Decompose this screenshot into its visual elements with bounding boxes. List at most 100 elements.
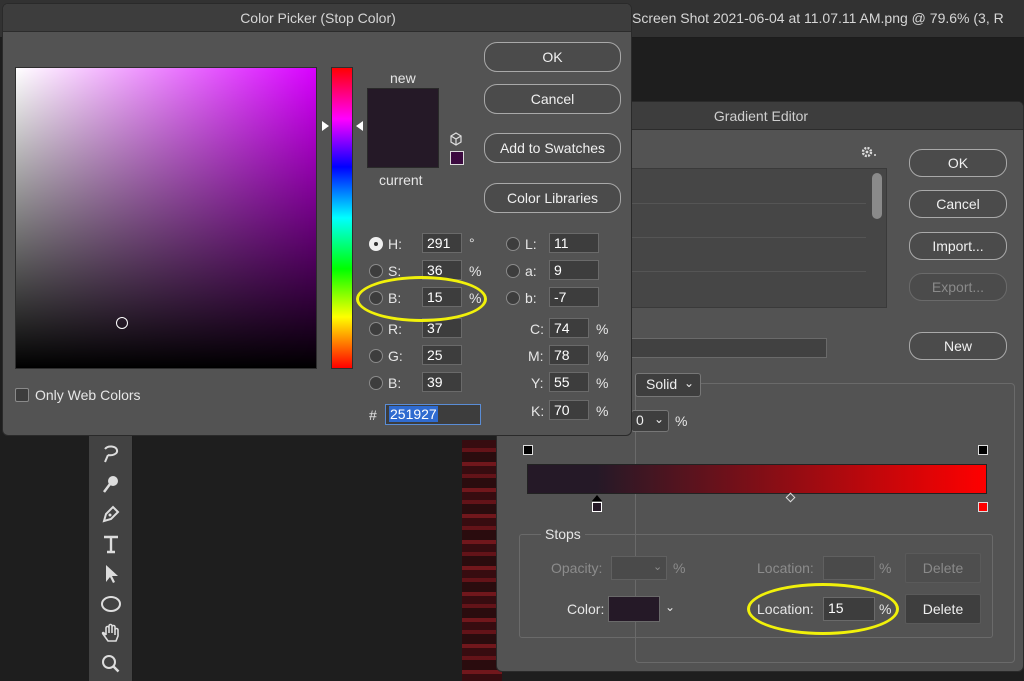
yellow-field[interactable]: 55 bbox=[549, 372, 589, 392]
cancel-button[interactable]: Cancel bbox=[484, 84, 621, 114]
black-unit: % bbox=[596, 403, 609, 419]
gradient-preview-bar[interactable] bbox=[527, 464, 987, 494]
hex-value: 251927 bbox=[389, 406, 438, 422]
gradient-presets-list[interactable] bbox=[625, 168, 887, 308]
web-safe-swatch[interactable] bbox=[450, 151, 464, 165]
gradient-ok-button[interactable]: OK bbox=[909, 149, 1007, 177]
location-highlight-ellipse bbox=[747, 583, 899, 635]
color-field-marker[interactable] bbox=[116, 317, 128, 329]
hand-icon[interactable] bbox=[99, 622, 123, 646]
chevron-down-icon: ⌄ bbox=[653, 412, 664, 426]
hex-field[interactable]: 251927 bbox=[385, 404, 481, 425]
lab-b-field[interactable]: -7 bbox=[549, 287, 599, 307]
opacity-location-field[interactable] bbox=[823, 556, 875, 580]
lab-l-radio[interactable] bbox=[506, 237, 520, 251]
current-color-label: current bbox=[379, 172, 423, 188]
green-field[interactable]: 25 bbox=[422, 345, 462, 365]
saturation-unit: % bbox=[469, 263, 482, 279]
import-button[interactable]: Import... bbox=[909, 232, 1007, 260]
document-title[interactable]: Screen Shot 2021-06-04 at 11.07.11 AM.pn… bbox=[632, 10, 1004, 26]
blue-field[interactable]: 39 bbox=[422, 372, 462, 392]
smoothness-value: 0 bbox=[636, 412, 644, 428]
black-field[interactable]: 70 bbox=[549, 400, 589, 420]
hue-slider[interactable] bbox=[331, 67, 353, 369]
gradient-type-value: Solid bbox=[646, 376, 678, 392]
export-button[interactable]: Export... bbox=[909, 273, 1007, 301]
chevron-down-icon[interactable]: ⌄ bbox=[665, 600, 675, 614]
lab-b-label: b: bbox=[525, 290, 537, 306]
preset-row-divider bbox=[626, 271, 866, 272]
color-picker-dialog: Color Picker (Stop Color) new current OK… bbox=[2, 3, 632, 436]
smoothness-unit: % bbox=[675, 413, 688, 429]
hue-radio[interactable] bbox=[369, 237, 383, 251]
chevron-down-icon: ⌄ bbox=[653, 561, 663, 573]
stop-color-swatch[interactable] bbox=[608, 596, 660, 622]
cyan-field[interactable]: 74 bbox=[549, 318, 589, 338]
blue-label: B: bbox=[388, 375, 402, 391]
ellipse-icon[interactable] bbox=[99, 592, 123, 616]
red-radio[interactable] bbox=[369, 322, 383, 336]
gear-icon[interactable] bbox=[859, 144, 879, 160]
lab-b-radio[interactable] bbox=[506, 291, 520, 305]
pen-icon[interactable] bbox=[99, 502, 123, 526]
opacity-delete-button[interactable]: Delete bbox=[905, 553, 981, 583]
only-web-colors-label[interactable]: Only Web Colors bbox=[35, 387, 141, 403]
ok-button[interactable]: OK bbox=[484, 42, 621, 72]
hue-label: H: bbox=[388, 236, 402, 252]
new-color-label: new bbox=[390, 70, 416, 86]
lab-a-radio[interactable] bbox=[506, 264, 520, 278]
gradient-name-field[interactable] bbox=[625, 338, 827, 358]
new-gradient-button[interactable]: New bbox=[909, 332, 1007, 360]
zoom-icon[interactable] bbox=[99, 652, 123, 676]
out-of-gamut-cube-icon[interactable] bbox=[449, 132, 463, 146]
opacity-stop-end[interactable] bbox=[978, 445, 988, 455]
color-picker-title: Color Picker (Stop Color) bbox=[240, 10, 396, 26]
lab-a-field[interactable]: 9 bbox=[549, 260, 599, 280]
green-radio[interactable] bbox=[369, 349, 383, 363]
tools-panel bbox=[89, 436, 133, 681]
only-web-colors-checkbox[interactable] bbox=[15, 388, 29, 402]
lab-l-label: L: bbox=[525, 236, 537, 252]
magenta-unit: % bbox=[596, 348, 609, 364]
lab-a-label: a: bbox=[525, 263, 537, 279]
gradient-cancel-button[interactable]: Cancel bbox=[909, 190, 1007, 218]
cyan-label: C: bbox=[530, 321, 544, 337]
add-to-swatches-button[interactable]: Add to Swatches bbox=[484, 133, 621, 163]
color-stop-start[interactable] bbox=[592, 502, 602, 512]
preset-row-divider bbox=[626, 203, 866, 204]
gradient-type-select[interactable]: Solid ⌄ bbox=[635, 373, 701, 397]
current-color-swatch[interactable] bbox=[367, 128, 439, 168]
cyan-unit: % bbox=[596, 321, 609, 337]
opacity-stop-start[interactable] bbox=[523, 445, 533, 455]
presets-scrollbar[interactable] bbox=[872, 173, 882, 219]
blue-radio[interactable] bbox=[369, 376, 383, 390]
color-delete-button[interactable]: Delete bbox=[905, 594, 981, 624]
hue-field[interactable]: 291 bbox=[422, 233, 462, 253]
magenta-field[interactable]: 78 bbox=[549, 345, 589, 365]
green-label: G: bbox=[388, 348, 403, 364]
saturation-brightness-field[interactable] bbox=[15, 67, 317, 369]
color-stop-pointer-selected bbox=[592, 495, 602, 501]
opacity-location-unit: % bbox=[879, 560, 892, 576]
hue-slider-left-arrow[interactable] bbox=[322, 121, 329, 131]
yellow-unit: % bbox=[596, 375, 609, 391]
new-color-swatch bbox=[367, 88, 439, 128]
color-libraries-button[interactable]: Color Libraries bbox=[484, 183, 621, 213]
color-stop-end[interactable] bbox=[978, 502, 988, 512]
hue-unit: ° bbox=[469, 235, 475, 251]
quick-select-icon[interactable] bbox=[99, 472, 123, 496]
preset-row-divider bbox=[626, 237, 866, 238]
black-label: K: bbox=[531, 403, 545, 419]
opacity-location-label: Location: bbox=[757, 560, 814, 576]
lab-l-field[interactable]: 11 bbox=[549, 233, 599, 253]
path-select-icon[interactable] bbox=[99, 562, 123, 586]
lasso-icon[interactable] bbox=[99, 442, 123, 466]
smoothness-select[interactable]: 0 ⌄ bbox=[631, 410, 669, 432]
hue-slider-right-arrow[interactable] bbox=[356, 121, 363, 131]
stops-title: Stops bbox=[541, 526, 585, 542]
red-label: R: bbox=[388, 321, 402, 337]
saturation-radio[interactable] bbox=[369, 264, 383, 278]
opacity-label: Opacity: bbox=[551, 560, 603, 576]
color-label: Color: bbox=[567, 601, 605, 617]
type-icon[interactable] bbox=[99, 532, 123, 556]
